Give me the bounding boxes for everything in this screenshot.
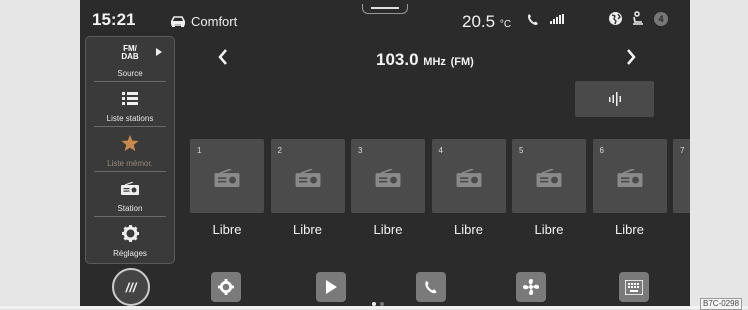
radio-icon bbox=[86, 177, 174, 199]
menu-item-label: Réglages bbox=[113, 249, 147, 258]
list-icon bbox=[86, 87, 174, 109]
radio-icon bbox=[295, 168, 321, 192]
page-dot-active bbox=[372, 302, 376, 306]
preset-label: Libre bbox=[293, 222, 322, 237]
menu-item-label: Liste stations bbox=[106, 114, 154, 123]
radio-icon bbox=[536, 168, 562, 192]
signal-strength-icon bbox=[550, 14, 564, 24]
page-indicator bbox=[372, 302, 384, 306]
home-button[interactable]: /// bbox=[112, 268, 150, 306]
side-menu: FM/DAB Source Liste stations Liste mémor… bbox=[85, 36, 175, 264]
chevron-right-icon bbox=[627, 49, 636, 65]
menu-item-label: Source bbox=[117, 69, 143, 78]
radio-icon bbox=[456, 168, 482, 192]
settings-icon bbox=[218, 279, 234, 295]
keyboard-icon bbox=[625, 279, 643, 295]
seat-icon bbox=[633, 11, 643, 25]
right-margin bbox=[690, 0, 748, 309]
temperature-unit: °C bbox=[499, 19, 512, 30]
gear-icon bbox=[86, 222, 174, 244]
preset-tile-1[interactable]: 1 bbox=[190, 139, 264, 213]
page-dot bbox=[380, 302, 384, 306]
dock-media-button[interactable] bbox=[316, 272, 346, 302]
radio-icon bbox=[375, 168, 401, 192]
menu-item-source[interactable]: FM/DAB Source bbox=[86, 37, 174, 81]
phone-status-icon bbox=[528, 14, 538, 25]
preset-tile-7[interactable]: 7 bbox=[673, 139, 690, 213]
menu-item-memory-list[interactable]: Liste mémor. bbox=[86, 127, 174, 171]
star-icon bbox=[86, 132, 174, 154]
dock-settings-button[interactable] bbox=[211, 272, 241, 302]
frequency-value: 103.0 bbox=[376, 50, 419, 69]
play-icon bbox=[326, 280, 337, 294]
preset-label: Libre bbox=[534, 222, 564, 237]
preset-tile-4[interactable]: 4 bbox=[431, 139, 506, 213]
menu-item-station[interactable]: Station bbox=[86, 172, 174, 216]
preset-tile-2[interactable]: 2 bbox=[270, 139, 345, 213]
temperature: 20.5 °C bbox=[462, 12, 511, 32]
play-arrow-icon bbox=[156, 48, 162, 56]
menu-item-settings[interactable]: Réglages bbox=[86, 217, 174, 261]
frequency-band: (FM) bbox=[450, 56, 474, 68]
driving-profile[interactable]: Comfort bbox=[170, 14, 237, 29]
audio-visualizer-button[interactable] bbox=[575, 81, 654, 117]
preset-number: 5 bbox=[519, 146, 524, 155]
notification-badge[interactable]: 4 bbox=[654, 12, 668, 26]
chevron-left-icon bbox=[218, 49, 227, 65]
menu-item-label: Station bbox=[117, 204, 143, 213]
preset-number: 2 bbox=[277, 146, 282, 155]
status-bar: 15:21 Comfort 20.5 °C 4 bbox=[80, 0, 690, 34]
preset-label: Libre bbox=[212, 222, 242, 237]
preset-label: Libre bbox=[373, 222, 403, 237]
globe-icon bbox=[609, 12, 622, 25]
home-label: /// bbox=[125, 279, 137, 295]
car-icon bbox=[171, 16, 185, 27]
dab-text: DAB bbox=[121, 52, 139, 61]
preset-tile-6[interactable]: 6 bbox=[592, 139, 667, 213]
preset-number: 6 bbox=[599, 146, 604, 155]
profile-label: Comfort bbox=[191, 14, 238, 29]
preset-tile-5[interactable]: 5 bbox=[512, 139, 586, 213]
next-station-button[interactable] bbox=[626, 45, 636, 71]
preset-number: 3 bbox=[358, 146, 363, 155]
menu-item-label: Liste mémor. bbox=[107, 159, 153, 168]
pull-down-handle[interactable] bbox=[362, 4, 408, 14]
phone-icon bbox=[425, 280, 437, 294]
preset-number: 4 bbox=[438, 146, 443, 155]
dock-climate-button[interactable] bbox=[516, 272, 546, 302]
previous-station-button[interactable] bbox=[218, 45, 228, 71]
fan-icon bbox=[523, 279, 539, 295]
preset-label: Libre bbox=[615, 222, 644, 237]
dock-keyboard-button[interactable] bbox=[619, 272, 649, 302]
preset-number: 1 bbox=[197, 146, 202, 155]
frequency-unit: MHz bbox=[423, 56, 446, 68]
preset-number: 7 bbox=[680, 146, 685, 155]
dock-phone-button[interactable] bbox=[416, 272, 446, 302]
left-margin bbox=[0, 0, 80, 309]
sound-wave-icon bbox=[608, 92, 621, 106]
temperature-value: 20.5 bbox=[462, 12, 496, 31]
preset-label: Libre bbox=[454, 222, 483, 237]
station-frequency: 103.0 MHz (FM) bbox=[376, 50, 474, 70]
radio-icon bbox=[617, 168, 643, 192]
infotainment-screen: 15:21 Comfort 20.5 °C 4 FM/ DAB Source L… bbox=[80, 0, 690, 306]
image-reference-code: B7C-0298 bbox=[700, 298, 743, 310]
radio-icon bbox=[214, 168, 240, 192]
clock: 15:21 bbox=[92, 10, 136, 29]
menu-item-station-list[interactable]: Liste stations bbox=[86, 82, 174, 126]
preset-tile-3[interactable]: 3 bbox=[351, 139, 425, 213]
